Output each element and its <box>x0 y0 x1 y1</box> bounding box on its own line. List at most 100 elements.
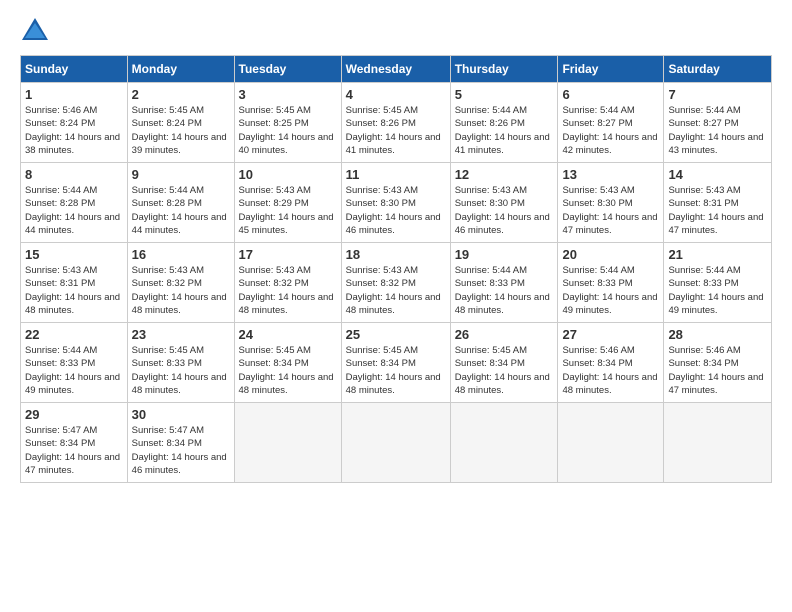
calendar-week-row: 29 Sunrise: 5:47 AM Sunset: 8:34 PM Dayl… <box>21 403 772 483</box>
day-info: Sunrise: 5:45 AM Sunset: 8:34 PM Dayligh… <box>239 344 337 397</box>
day-number: 2 <box>132 87 230 102</box>
calendar-day-cell <box>234 403 341 483</box>
day-info: Sunrise: 5:44 AM Sunset: 8:27 PM Dayligh… <box>668 104 767 157</box>
day-number: 22 <box>25 327 123 342</box>
day-info: Sunrise: 5:43 AM Sunset: 8:31 PM Dayligh… <box>25 264 123 317</box>
calendar-day-cell <box>450 403 558 483</box>
day-info: Sunrise: 5:43 AM Sunset: 8:30 PM Dayligh… <box>455 184 554 237</box>
calendar-day-cell: 20 Sunrise: 5:44 AM Sunset: 8:33 PM Dayl… <box>558 243 664 323</box>
day-number: 3 <box>239 87 337 102</box>
day-info: Sunrise: 5:44 AM Sunset: 8:27 PM Dayligh… <box>562 104 659 157</box>
day-number: 8 <box>25 167 123 182</box>
weekday-header: Saturday <box>664 56 772 83</box>
weekday-header: Wednesday <box>341 56 450 83</box>
logo-icon <box>20 15 50 45</box>
day-info: Sunrise: 5:43 AM Sunset: 8:31 PM Dayligh… <box>668 184 767 237</box>
day-number: 5 <box>455 87 554 102</box>
calendar-day-cell: 16 Sunrise: 5:43 AM Sunset: 8:32 PM Dayl… <box>127 243 234 323</box>
day-info: Sunrise: 5:44 AM Sunset: 8:33 PM Dayligh… <box>562 264 659 317</box>
calendar-day-cell: 9 Sunrise: 5:44 AM Sunset: 8:28 PM Dayli… <box>127 163 234 243</box>
day-number: 4 <box>346 87 446 102</box>
day-number: 26 <box>455 327 554 342</box>
day-number: 14 <box>668 167 767 182</box>
day-number: 19 <box>455 247 554 262</box>
day-info: Sunrise: 5:47 AM Sunset: 8:34 PM Dayligh… <box>25 424 123 477</box>
day-info: Sunrise: 5:43 AM Sunset: 8:30 PM Dayligh… <box>346 184 446 237</box>
calendar-day-cell: 8 Sunrise: 5:44 AM Sunset: 8:28 PM Dayli… <box>21 163 128 243</box>
logo <box>20 15 55 45</box>
day-info: Sunrise: 5:44 AM Sunset: 8:28 PM Dayligh… <box>25 184 123 237</box>
day-number: 25 <box>346 327 446 342</box>
calendar-day-cell: 22 Sunrise: 5:44 AM Sunset: 8:33 PM Dayl… <box>21 323 128 403</box>
calendar-day-cell: 30 Sunrise: 5:47 AM Sunset: 8:34 PM Dayl… <box>127 403 234 483</box>
header <box>20 15 772 45</box>
day-number: 24 <box>239 327 337 342</box>
day-info: Sunrise: 5:45 AM Sunset: 8:34 PM Dayligh… <box>455 344 554 397</box>
calendar-day-cell: 25 Sunrise: 5:45 AM Sunset: 8:34 PM Dayl… <box>341 323 450 403</box>
day-info: Sunrise: 5:45 AM Sunset: 8:34 PM Dayligh… <box>346 344 446 397</box>
calendar-table: SundayMondayTuesdayWednesdayThursdayFrid… <box>20 55 772 483</box>
calendar-day-cell: 13 Sunrise: 5:43 AM Sunset: 8:30 PM Dayl… <box>558 163 664 243</box>
day-info: Sunrise: 5:44 AM Sunset: 8:33 PM Dayligh… <box>455 264 554 317</box>
calendar-day-cell: 29 Sunrise: 5:47 AM Sunset: 8:34 PM Dayl… <box>21 403 128 483</box>
day-number: 9 <box>132 167 230 182</box>
day-number: 10 <box>239 167 337 182</box>
calendar-day-cell: 10 Sunrise: 5:43 AM Sunset: 8:29 PM Dayl… <box>234 163 341 243</box>
day-info: Sunrise: 5:46 AM Sunset: 8:34 PM Dayligh… <box>668 344 767 397</box>
day-info: Sunrise: 5:44 AM Sunset: 8:28 PM Dayligh… <box>132 184 230 237</box>
calendar-day-cell: 23 Sunrise: 5:45 AM Sunset: 8:33 PM Dayl… <box>127 323 234 403</box>
calendar-day-cell: 11 Sunrise: 5:43 AM Sunset: 8:30 PM Dayl… <box>341 163 450 243</box>
day-info: Sunrise: 5:43 AM Sunset: 8:30 PM Dayligh… <box>562 184 659 237</box>
day-number: 21 <box>668 247 767 262</box>
calendar-day-cell: 17 Sunrise: 5:43 AM Sunset: 8:32 PM Dayl… <box>234 243 341 323</box>
day-info: Sunrise: 5:43 AM Sunset: 8:32 PM Dayligh… <box>239 264 337 317</box>
day-number: 30 <box>132 407 230 422</box>
day-number: 18 <box>346 247 446 262</box>
weekday-header-row: SundayMondayTuesdayWednesdayThursdayFrid… <box>21 56 772 83</box>
day-number: 15 <box>25 247 123 262</box>
day-info: Sunrise: 5:44 AM Sunset: 8:33 PM Dayligh… <box>25 344 123 397</box>
weekday-header: Tuesday <box>234 56 341 83</box>
day-number: 7 <box>668 87 767 102</box>
calendar-day-cell: 12 Sunrise: 5:43 AM Sunset: 8:30 PM Dayl… <box>450 163 558 243</box>
day-number: 27 <box>562 327 659 342</box>
calendar-week-row: 22 Sunrise: 5:44 AM Sunset: 8:33 PM Dayl… <box>21 323 772 403</box>
calendar-day-cell: 15 Sunrise: 5:43 AM Sunset: 8:31 PM Dayl… <box>21 243 128 323</box>
day-number: 1 <box>25 87 123 102</box>
calendar-day-cell: 14 Sunrise: 5:43 AM Sunset: 8:31 PM Dayl… <box>664 163 772 243</box>
calendar-day-cell: 28 Sunrise: 5:46 AM Sunset: 8:34 PM Dayl… <box>664 323 772 403</box>
weekday-header: Thursday <box>450 56 558 83</box>
calendar-day-cell: 26 Sunrise: 5:45 AM Sunset: 8:34 PM Dayl… <box>450 323 558 403</box>
day-info: Sunrise: 5:46 AM Sunset: 8:34 PM Dayligh… <box>562 344 659 397</box>
day-info: Sunrise: 5:45 AM Sunset: 8:26 PM Dayligh… <box>346 104 446 157</box>
day-info: Sunrise: 5:45 AM Sunset: 8:24 PM Dayligh… <box>132 104 230 157</box>
day-info: Sunrise: 5:47 AM Sunset: 8:34 PM Dayligh… <box>132 424 230 477</box>
day-info: Sunrise: 5:44 AM Sunset: 8:26 PM Dayligh… <box>455 104 554 157</box>
day-number: 13 <box>562 167 659 182</box>
calendar-day-cell: 21 Sunrise: 5:44 AM Sunset: 8:33 PM Dayl… <box>664 243 772 323</box>
calendar-week-row: 8 Sunrise: 5:44 AM Sunset: 8:28 PM Dayli… <box>21 163 772 243</box>
calendar-day-cell: 4 Sunrise: 5:45 AM Sunset: 8:26 PM Dayli… <box>341 83 450 163</box>
calendar-week-row: 15 Sunrise: 5:43 AM Sunset: 8:31 PM Dayl… <box>21 243 772 323</box>
day-number: 23 <box>132 327 230 342</box>
day-number: 29 <box>25 407 123 422</box>
day-info: Sunrise: 5:45 AM Sunset: 8:25 PM Dayligh… <box>239 104 337 157</box>
calendar-day-cell: 1 Sunrise: 5:46 AM Sunset: 8:24 PM Dayli… <box>21 83 128 163</box>
calendar-week-row: 1 Sunrise: 5:46 AM Sunset: 8:24 PM Dayli… <box>21 83 772 163</box>
calendar-day-cell <box>558 403 664 483</box>
page: SundayMondayTuesdayWednesdayThursdayFrid… <box>0 0 792 612</box>
calendar-day-cell: 3 Sunrise: 5:45 AM Sunset: 8:25 PM Dayli… <box>234 83 341 163</box>
calendar-day-cell <box>664 403 772 483</box>
day-number: 12 <box>455 167 554 182</box>
calendar-day-cell: 19 Sunrise: 5:44 AM Sunset: 8:33 PM Dayl… <box>450 243 558 323</box>
weekday-header: Sunday <box>21 56 128 83</box>
day-info: Sunrise: 5:43 AM Sunset: 8:29 PM Dayligh… <box>239 184 337 237</box>
day-info: Sunrise: 5:46 AM Sunset: 8:24 PM Dayligh… <box>25 104 123 157</box>
calendar-day-cell: 24 Sunrise: 5:45 AM Sunset: 8:34 PM Dayl… <box>234 323 341 403</box>
calendar-day-cell: 18 Sunrise: 5:43 AM Sunset: 8:32 PM Dayl… <box>341 243 450 323</box>
day-info: Sunrise: 5:44 AM Sunset: 8:33 PM Dayligh… <box>668 264 767 317</box>
calendar-day-cell: 7 Sunrise: 5:44 AM Sunset: 8:27 PM Dayli… <box>664 83 772 163</box>
day-info: Sunrise: 5:45 AM Sunset: 8:33 PM Dayligh… <box>132 344 230 397</box>
day-number: 17 <box>239 247 337 262</box>
weekday-header: Monday <box>127 56 234 83</box>
